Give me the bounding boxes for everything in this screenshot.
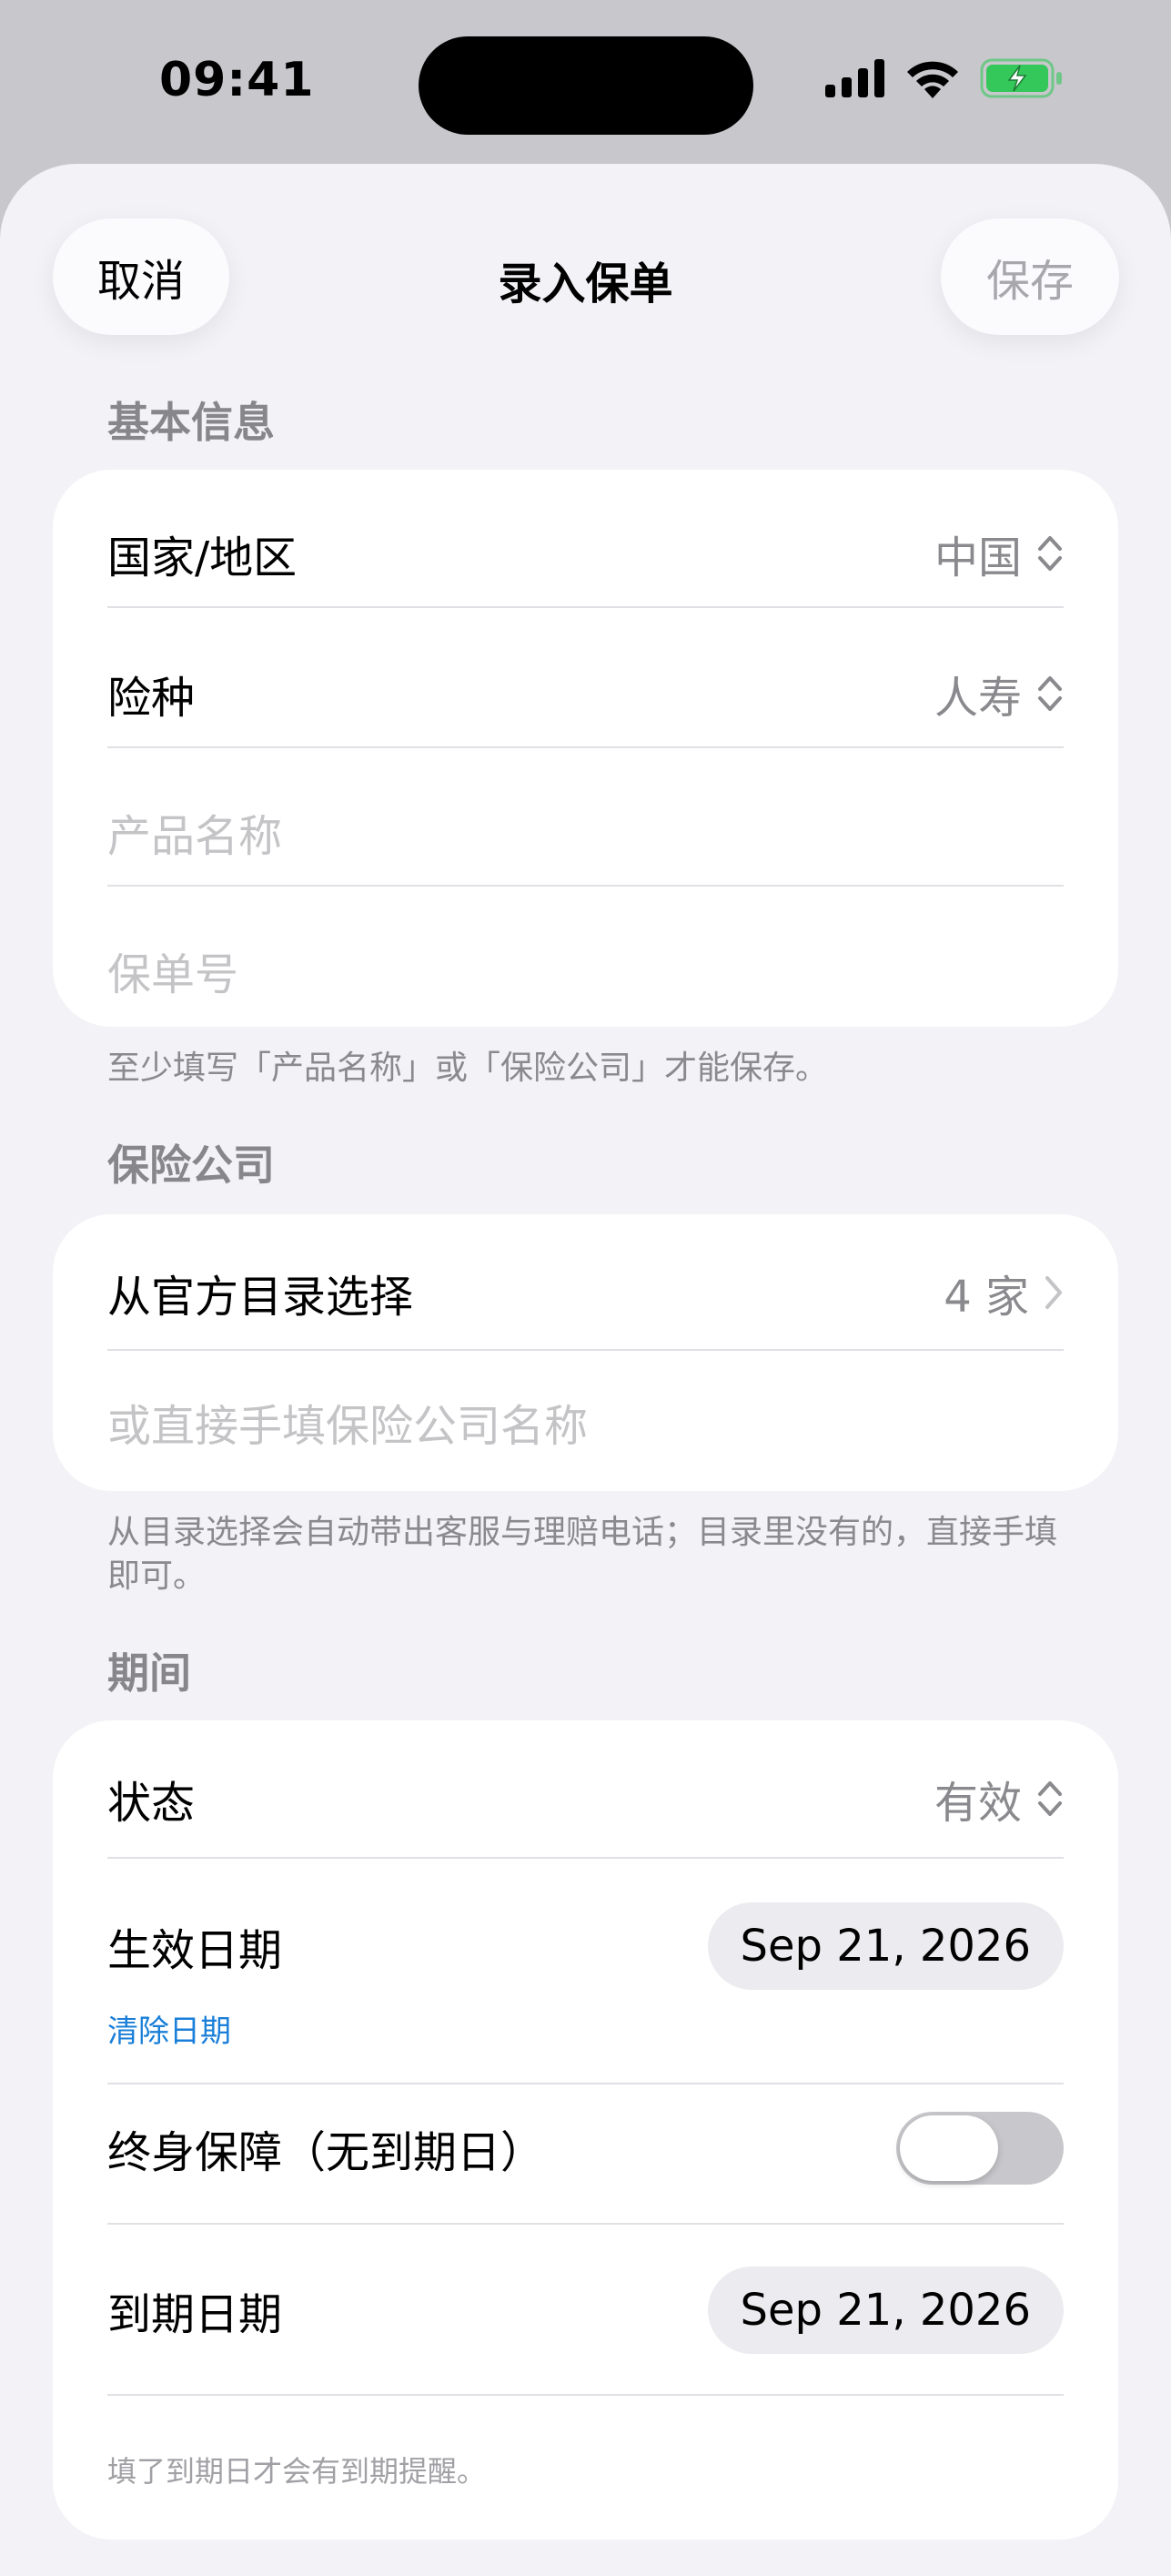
section-header-period: 期间: [107, 1648, 191, 1698]
clear-date-link[interactable]: 清除日期: [107, 2006, 231, 2051]
chevron-right-icon: [1045, 1276, 1062, 1309]
section-header-insurer: 保险公司: [107, 1141, 275, 1190]
policy-number-input[interactable]: 保单号: [107, 914, 1064, 1027]
status-row[interactable]: 状态 有效: [107, 1742, 1064, 1855]
status-value: 有效: [934, 1778, 1022, 1829]
insurer-card: 从官方目录选择 4 家 或直接手填保险公司名称: [53, 1214, 1118, 1491]
basic-footer-note: 至少填写「产品名称」或「保险公司」才能保存。: [107, 1050, 829, 1087]
catalog-value: 4 家: [944, 1272, 1029, 1323]
status-bar: 09:41: [0, 0, 1171, 164]
status-icons: [825, 58, 1064, 98]
divider: [107, 1349, 1064, 1351]
catalog-count: 4 家: [944, 1261, 1064, 1324]
chevron-up-down-icon: [1038, 536, 1062, 571]
country-value: 中国: [934, 532, 1022, 583]
divider: [107, 2223, 1064, 2225]
insurance-type-value: 人寿: [934, 673, 1022, 724]
battery-charging-icon: [980, 58, 1062, 98]
status-label: 状态: [107, 1778, 196, 1829]
expiry-reminder-note: 填了到期日才会有到期提醒。: [107, 2454, 487, 2489]
divider: [107, 885, 1064, 887]
insurer-footer-note: 从目录选择会自动带出客服与理赔电话；目录里没有的，直接手填即可。: [107, 1514, 1058, 1595]
country-label: 国家/地区: [107, 532, 298, 583]
end-date-label: 到期日期: [107, 2289, 283, 2340]
insurer-name-input[interactable]: 或直接手填保险公司名称: [107, 1365, 1064, 1478]
divider: [107, 606, 1064, 608]
start-date-row: 生效日期 Sep 21, 2026: [107, 1901, 1064, 1992]
product-name-input[interactable]: 产品名称: [107, 776, 1064, 888]
end-date-picker[interactable]: Sep 21, 2026: [707, 2267, 1064, 2354]
status-time: 09:41: [159, 53, 315, 107]
toggle-knob: [900, 2115, 998, 2181]
catalog-label: 从官方目录选择: [107, 1272, 414, 1323]
insurance-type-label: 险种: [107, 673, 196, 724]
divider: [107, 2083, 1064, 2084]
status-picker[interactable]: 有效: [934, 1767, 1064, 1831]
start-date-picker[interactable]: Sep 21, 2026: [707, 1902, 1064, 1990]
divider: [107, 2394, 1064, 2396]
country-row[interactable]: 国家/地区 中国: [107, 497, 1064, 610]
save-button[interactable]: 保存: [941, 218, 1119, 335]
chevron-up-down-icon: [1038, 1781, 1062, 1816]
lifetime-coverage-toggle[interactable]: [896, 2112, 1064, 2185]
lifetime-coverage-row: 终身保障（无到期日）: [107, 2103, 1064, 2194]
end-date-row: 到期日期 Sep 21, 2026: [107, 2265, 1064, 2356]
insurance-type-row[interactable]: 险种 人寿: [107, 637, 1064, 750]
divider: [107, 1857, 1064, 1859]
period-card: 状态 有效 生效日期 Sep 21, 2026 清除日期 终身保障（无到期日） …: [53, 1720, 1118, 2540]
dynamic-island: [419, 36, 753, 135]
cellular-signal-icon: [825, 59, 884, 97]
section-header-basic: 基本信息: [107, 398, 275, 447]
lifetime-coverage-label: 终身保障（无到期日）: [107, 2127, 545, 2178]
wifi-icon: [907, 61, 958, 98]
catalog-select-row[interactable]: 从官方目录选择 4 家: [107, 1236, 1064, 1349]
country-picker[interactable]: 中国: [934, 522, 1064, 585]
start-date-label: 生效日期: [107, 1925, 283, 1976]
divider: [107, 746, 1064, 748]
basic-info-card: 国家/地区 中国 险种 人寿 产品名称 保单号: [53, 470, 1118, 1027]
insurance-type-picker[interactable]: 人寿: [934, 662, 1064, 725]
chevron-up-down-icon: [1038, 676, 1062, 711]
